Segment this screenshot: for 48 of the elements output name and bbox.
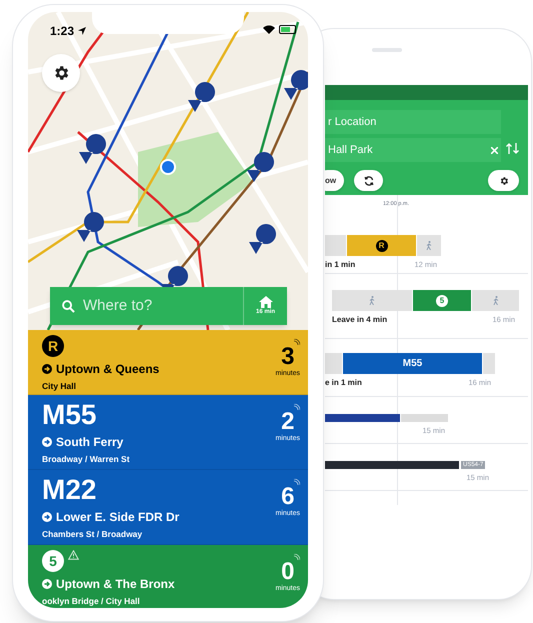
stop-name: Broadway / Warren St <box>42 453 130 466</box>
arrow-right-circle-icon <box>42 437 52 447</box>
leave-time: Leave in 4 min <box>332 314 388 326</box>
direction-text: Uptown & The Bronx <box>56 576 175 593</box>
direction-text: Uptown & Queens <box>56 361 160 378</box>
walking-person-icon <box>426 241 432 250</box>
route-name: M22 <box>42 475 96 505</box>
settings-button[interactable] <box>488 170 519 191</box>
stop-name: ooklyn Bridge / City Hall <box>42 595 141 608</box>
wifi-icon <box>263 25 275 34</box>
realtime-icon <box>294 404 300 410</box>
wait-segment <box>483 353 495 374</box>
leave-time: in 1 min <box>325 259 356 271</box>
leave-time: e in 1 min <box>325 377 362 389</box>
route-badge: 5 <box>436 294 448 306</box>
route-name: M55 <box>42 400 96 430</box>
realtime-icon <box>294 554 300 560</box>
direction-text: Lower E. Side FDR Dr <box>56 509 180 526</box>
search-input[interactable]: Where to? <box>83 294 233 318</box>
arrow-right-circle-icon <box>42 579 52 589</box>
walking-person-icon <box>369 296 375 305</box>
refresh-button[interactable] <box>354 170 383 191</box>
minutes-count: 0 <box>281 560 294 584</box>
home-icon <box>258 296 272 308</box>
swap-icon[interactable] <box>506 143 519 154</box>
arrow-right-circle-icon <box>42 364 52 374</box>
walking-person-icon <box>492 296 498 305</box>
stop-name: Chambers St / Broadway <box>42 528 144 541</box>
search-icon <box>62 300 75 312</box>
minutes-count: 2 <box>281 410 294 434</box>
battery-icon <box>279 25 296 34</box>
stop-name: City Hall <box>42 380 78 393</box>
realtime-icon <box>294 479 300 485</box>
direction-text: South Ferry <box>56 434 124 451</box>
route-badge: R <box>42 335 64 357</box>
route-badge: 5 <box>42 550 64 572</box>
location-arrow-icon <box>78 27 86 35</box>
settings-icon <box>498 176 508 186</box>
arrow-right-circle-icon <box>42 512 52 522</box>
status-time: 1:23 <box>50 23 74 40</box>
minutes-count: 6 <box>281 485 294 509</box>
refresh-icon <box>364 176 374 186</box>
minutes-count: 3 <box>281 345 294 369</box>
realtime-icon <box>294 339 300 345</box>
route-badge: R <box>376 240 388 252</box>
search-bar[interactable]: Where to? <box>50 287 243 325</box>
depart-time-button[interactable]: ow <box>325 170 344 191</box>
bus-segment: M55 <box>343 353 482 374</box>
